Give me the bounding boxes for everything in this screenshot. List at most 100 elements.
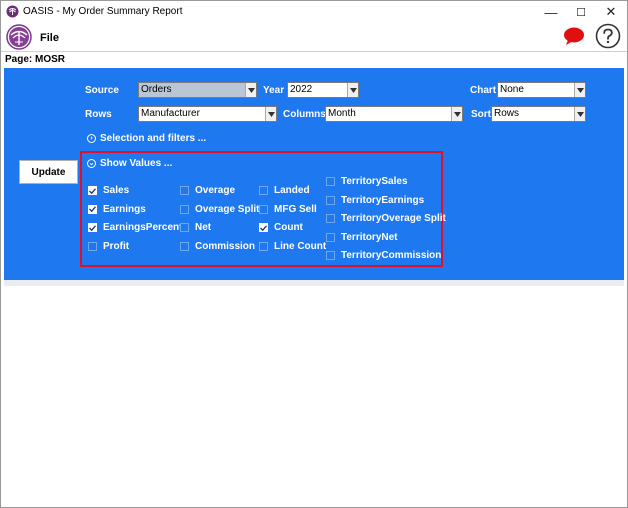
chevron-down-icon	[245, 83, 256, 97]
collapse-circle-icon: ⌄	[87, 159, 96, 168]
value-checkbox[interactable]: Profit	[88, 241, 129, 252]
source-label: Source	[85, 85, 119, 96]
value-checkbox-label: TerritoryNet	[341, 231, 398, 243]
value-checkbox-label: TerritorySales	[341, 176, 408, 187]
year-value: 2022	[290, 84, 313, 95]
check-icon	[89, 187, 96, 194]
value-checkbox-label: TerritoryOverage Split	[341, 213, 446, 224]
help-icon[interactable]	[595, 23, 621, 49]
checkbox-checked[interactable]	[259, 223, 268, 232]
selection-filters-expander[interactable]: › Selection and filters ...	[87, 133, 206, 144]
chevron-down-icon	[451, 107, 462, 121]
checkbox-unchecked[interactable]	[88, 241, 97, 251]
chevron-down-icon	[265, 107, 276, 121]
rows-select[interactable]: Manufacturer	[138, 106, 277, 122]
value-checkbox-label: Overage Split	[195, 203, 260, 215]
check-icon	[89, 206, 96, 212]
value-checkbox-label: TerritoryEarnings	[341, 194, 425, 206]
chart-select[interactable]: None	[497, 82, 586, 98]
panel-bottom-edge	[4, 280, 624, 286]
check-icon	[260, 224, 267, 231]
source-value: Orders	[141, 84, 172, 95]
value-checkbox[interactable]: TerritoryOverage Split	[326, 213, 446, 224]
value-checkbox-label: Profit	[103, 240, 130, 252]
value-checkbox[interactable]: TerritorySales	[326, 176, 408, 187]
checkbox-unchecked[interactable]	[259, 186, 268, 195]
checkbox-unchecked[interactable]	[259, 241, 268, 251]
chart-label: Chart	[470, 85, 497, 96]
checkbox-unchecked[interactable]	[326, 195, 335, 205]
value-checkbox[interactable]: Landed	[259, 185, 310, 196]
checkbox-unchecked[interactable]	[259, 204, 268, 214]
value-checkbox[interactable]: Commission	[180, 241, 255, 252]
checkbox-unchecked[interactable]	[326, 232, 335, 242]
chevron-down-icon	[574, 83, 585, 97]
checkbox-unchecked[interactable]	[180, 223, 189, 232]
value-checkbox[interactable]: TerritoryCommission	[326, 250, 441, 261]
checkbox-unchecked[interactable]	[326, 214, 335, 223]
value-checkbox[interactable]: TerritoryEarnings	[326, 195, 424, 206]
sort-value: Rows	[494, 108, 520, 119]
value-checkbox-label: Landed	[274, 185, 310, 196]
value-checkbox-label: Sales	[103, 185, 130, 196]
checkbox-unchecked[interactable]	[180, 241, 189, 251]
chat-bubble-icon[interactable]	[563, 26, 585, 46]
value-checkbox[interactable]: Overage	[180, 185, 235, 196]
year-select[interactable]: 2022	[287, 82, 359, 98]
chart-value: None	[500, 84, 524, 95]
value-checkbox[interactable]: Overage Split	[180, 204, 259, 215]
sort-label: Sort	[471, 109, 491, 120]
value-checkbox-label: Count	[274, 222, 303, 233]
value-checkbox-label: Commission	[195, 240, 256, 252]
selection-filters-label: Selection and filters ...	[100, 133, 207, 144]
checkbox-checked[interactable]	[88, 186, 97, 195]
value-checkbox[interactable]: TerritoryNet	[326, 232, 398, 243]
expand-circle-icon: ›	[87, 134, 96, 143]
rows-value: Manufacturer	[141, 108, 200, 119]
update-button[interactable]: Update	[19, 160, 78, 184]
minimize-button[interactable]: —	[536, 1, 566, 23]
value-checkbox[interactable]: Line Count	[259, 241, 326, 252]
chevron-down-icon	[347, 83, 358, 97]
value-checkbox-label: Overage	[195, 185, 236, 196]
columns-label: Columns	[283, 109, 326, 120]
page-bar: Page: MOSR	[1, 51, 627, 67]
year-label: Year	[263, 85, 285, 96]
value-checkbox[interactable]: EarningsPercent	[88, 222, 182, 233]
palm-logo-icon[interactable]	[6, 24, 32, 50]
app-window: OASIS - My Order Summary Report — ☐ ✕ Fi…	[0, 0, 628, 508]
check-icon	[89, 224, 96, 231]
maximize-button[interactable]: ☐	[566, 1, 596, 23]
columns-value: Month	[328, 108, 356, 119]
close-button[interactable]: ✕	[596, 1, 626, 23]
page-label: Page: MOSR	[5, 54, 66, 65]
value-checkbox-label: Line Count	[274, 240, 327, 252]
title-bar: OASIS - My Order Summary Report — ☐ ✕	[1, 1, 627, 23]
value-checkbox[interactable]: Count	[259, 222, 303, 233]
show-values-label: Show Values ...	[100, 158, 173, 169]
columns-select[interactable]: Month	[325, 106, 463, 122]
checkbox-unchecked[interactable]	[326, 177, 335, 186]
checkbox-unchecked[interactable]	[180, 186, 189, 195]
value-checkbox[interactable]: MFG Sell	[259, 204, 317, 215]
checkbox-checked[interactable]	[88, 223, 97, 232]
value-checkbox[interactable]: Earnings	[88, 204, 146, 215]
checkbox-checked[interactable]	[88, 204, 97, 214]
window-title: OASIS - My Order Summary Report	[23, 6, 183, 17]
menu-file[interactable]: File	[40, 32, 59, 44]
show-values-expander[interactable]: ⌄ Show Values ...	[87, 158, 172, 169]
value-checkbox-label: TerritoryCommission	[341, 250, 442, 261]
oasis-app-icon	[6, 5, 19, 18]
value-checkbox[interactable]: Sales	[88, 185, 129, 196]
menu-bar	[1, 23, 627, 51]
checkbox-unchecked[interactable]	[326, 251, 335, 260]
checkbox-unchecked[interactable]	[180, 204, 189, 214]
sort-select[interactable]: Rows	[491, 106, 586, 122]
rows-label: Rows	[85, 109, 112, 120]
value-checkbox[interactable]: Net	[180, 222, 211, 233]
source-select[interactable]: Orders	[138, 82, 257, 98]
value-checkbox-label: EarningsPercent	[103, 222, 183, 233]
value-checkbox-label: MFG Sell	[274, 203, 317, 215]
chevron-down-icon	[574, 107, 585, 121]
value-checkbox-label: Earnings	[103, 203, 146, 215]
